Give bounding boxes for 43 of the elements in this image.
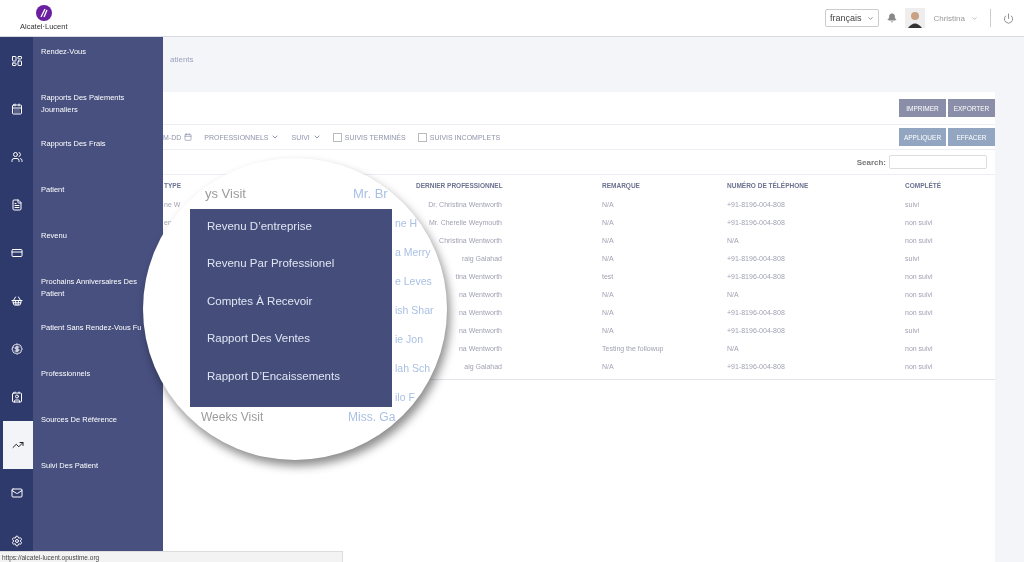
breadcrumb: atients: [170, 54, 194, 64]
caret-icon: [271, 133, 280, 141]
dollar-icon: [10, 343, 23, 355]
submenu-item[interactable]: Rapport D’Encaissements: [207, 369, 340, 382]
patient-name: ie Jon: [395, 332, 424, 347]
power-icon[interactable]: [1003, 12, 1014, 24]
document-icon: [10, 199, 23, 211]
patient-name: Mr. Br: [353, 185, 388, 201]
caret-icon: [867, 14, 875, 22]
submenu-item[interactable]: Rapport Des Ventes: [207, 332, 310, 345]
calendar-icon: [10, 103, 23, 115]
patient-name: Miss. Ga: [348, 410, 396, 424]
contact-card-icon: [10, 391, 23, 403]
dashboard-icon: [10, 55, 23, 67]
sidebar-item[interactable]: [0, 421, 33, 469]
bell-icon[interactable]: [887, 13, 898, 23]
submenu-item[interactable]: Revenu Par Professionel: [207, 257, 335, 270]
calendar-icon[interactable]: [184, 133, 193, 141]
patient-name: ilo F: [395, 390, 415, 405]
caret-icon: [312, 133, 321, 141]
chart-line-icon: [12, 439, 24, 451]
logo-icon: [35, 5, 52, 21]
mail-icon: [10, 487, 23, 499]
language-select[interactable]: français: [824, 9, 880, 27]
card-icon: [10, 247, 23, 259]
patient-name: e Leves: [395, 274, 432, 289]
avatar-icon[interactable]: [905, 8, 926, 28]
patient-name: ish Shar: [395, 303, 434, 318]
search-label: Search:: [856, 157, 886, 167]
basket-icon: [10, 295, 23, 307]
submenu-item[interactable]: Revenu D’entreprise: [207, 220, 312, 232]
visit-type: Weeks Visit: [201, 410, 264, 424]
settings-icon: [10, 535, 23, 547]
people-icon: [10, 151, 23, 163]
search-field[interactable]: [889, 155, 987, 169]
patient-name: ne H: [395, 216, 418, 231]
caret-icon: [971, 14, 978, 22]
submenu-item[interactable]: Comptes À Recevoir: [207, 294, 313, 307]
patient-name: a Merry: [395, 245, 431, 260]
visit-type: ys Visit: [205, 185, 246, 201]
checkbox[interactable]: [332, 132, 342, 142]
checkbox[interactable]: [417, 132, 427, 142]
patient-name: lah Sch: [395, 361, 431, 376]
